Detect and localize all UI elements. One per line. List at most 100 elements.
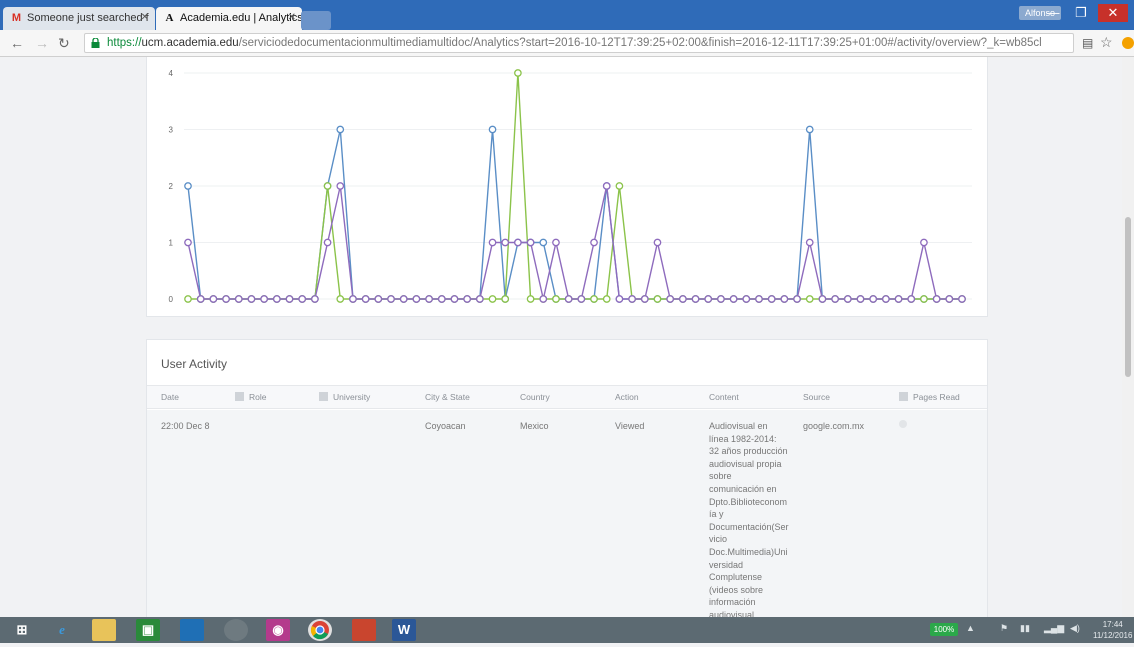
scrollbar-thumb[interactable] (1125, 217, 1131, 377)
data-point (488, 295, 497, 303)
app-icon[interactable] (224, 619, 248, 641)
column-header-content[interactable]: Content (709, 392, 739, 402)
cell-content[interactable]: Audiovisual en línea 1982-2014: 32 años … (709, 420, 789, 617)
battery-indicator[interactable]: 100% (930, 623, 958, 636)
table-row: 22:00 Dec 8 Coyoacan Mexico Viewed Audio… (147, 410, 987, 617)
column-header-country[interactable]: Country (520, 392, 550, 402)
translate-icon[interactable]: ▤ (1082, 36, 1093, 50)
data-point (602, 182, 611, 190)
data-point (475, 295, 484, 303)
url-path: /serviciodedocumentacionmultimediamultid… (238, 37, 1042, 49)
data-point (247, 295, 256, 303)
data-point (843, 295, 852, 303)
column-header-university[interactable]: University (319, 392, 370, 402)
cell-date: 22:00 Dec 8 (161, 421, 210, 431)
data-point (958, 295, 966, 303)
data-point (526, 295, 535, 303)
pages-read-icon (899, 420, 907, 428)
y-tick-label: 0 (169, 295, 174, 304)
column-header-source[interactable]: Source (803, 392, 830, 402)
data-point (514, 238, 522, 247)
tab-label: Someone just searched f (27, 12, 149, 24)
column-header-date[interactable]: Date (161, 392, 179, 402)
bookmark-star-icon[interactable]: ☆ (1100, 34, 1113, 51)
close-icon[interactable]: ✕ (288, 12, 296, 23)
close-icon[interactable]: ✕ (141, 12, 149, 23)
activity-line-chart: 0 1 2 3 4 (169, 69, 972, 304)
new-tab-button[interactable] (301, 11, 331, 30)
tab-gmail[interactable]: M Someone just searched f ✕ (3, 7, 155, 30)
data-point (945, 295, 954, 303)
data-point (691, 295, 700, 303)
data-point (856, 295, 865, 303)
table-header: Date Role University City & State Countr… (147, 385, 987, 409)
series-line (187, 129, 962, 300)
camera-app-icon[interactable]: ◉ (266, 619, 290, 641)
data-point (450, 295, 459, 303)
system-clock[interactable]: 17:44 11/12/2016 (1093, 619, 1132, 641)
data-point (666, 295, 675, 303)
data-point (729, 295, 738, 303)
column-header-action[interactable]: Action (615, 392, 639, 402)
cell-source: google.com.mx (803, 421, 865, 431)
data-point (869, 295, 878, 303)
data-point (184, 182, 192, 190)
y-tick-label: 4 (169, 69, 174, 78)
data-point (704, 295, 713, 303)
tab-label: Academia.edu | Analytics (180, 12, 302, 24)
taskbar: ⊞ e ▣ ◉ W 100% ▲ ⚑ ▮▮ ▂▄▆ ◀) 17:44 11/12… (0, 617, 1134, 643)
data-point (425, 295, 433, 303)
data-point (311, 295, 319, 303)
data-point (323, 238, 332, 247)
data-point (831, 295, 839, 303)
data-point (184, 295, 192, 303)
page-viewport: 0 1 2 3 4 User Activity Date Role University… (0, 57, 1134, 617)
volume-icon[interactable]: ◀) (1070, 623, 1080, 634)
data-point (564, 295, 573, 303)
data-point (209, 295, 218, 303)
flag-icon[interactable]: ⚑ (1000, 623, 1008, 634)
store-icon[interactable]: ▣ (136, 619, 160, 641)
data-point (222, 295, 230, 303)
minimize-button[interactable]: — (1040, 4, 1066, 22)
maximize-button[interactable]: ❐ (1068, 4, 1094, 22)
column-header-role[interactable]: Role (235, 392, 266, 402)
page-scrollbar[interactable] (1122, 57, 1134, 617)
file-explorer-icon[interactable] (92, 619, 116, 641)
data-point (412, 295, 421, 303)
url-host: ucm.academia.edu (141, 37, 239, 49)
data-point (336, 295, 345, 303)
data-point (488, 238, 497, 247)
tray-arrow-icon[interactable]: ▲ (966, 623, 975, 633)
url-field[interactable]: https://ucm.academia.edu/serviciodedocum… (84, 33, 1074, 53)
app-icon[interactable] (180, 619, 204, 641)
back-arrow-icon[interactable]: ← (10, 35, 24, 51)
data-point (742, 295, 751, 303)
data-point (780, 295, 789, 303)
signal-icon[interactable]: ▂▄▆ (1044, 623, 1064, 634)
start-windows-icon[interactable]: ⊞ (10, 619, 34, 641)
word-icon[interactable]: W (392, 619, 416, 641)
forward-arrow-icon[interactable]: → (35, 35, 49, 51)
internet-explorer-icon[interactable]: e (50, 619, 74, 641)
chrome-icon[interactable] (308, 619, 332, 641)
app-icon[interactable] (352, 619, 376, 641)
data-point (615, 182, 624, 190)
reload-icon[interactable]: ↻ (58, 35, 70, 52)
data-point (653, 295, 662, 303)
y-tick-label: 1 (169, 239, 174, 248)
data-point (920, 295, 928, 303)
browser-tab-bar: M Someone just searched f ✕ A Academia.e… (0, 0, 1134, 30)
extension-icon[interactable] (1122, 37, 1134, 49)
data-point (577, 295, 586, 303)
checkbox-icon (319, 392, 328, 401)
network-icon[interactable]: ▮▮ (1020, 623, 1030, 634)
window-close-button[interactable]: ✕ (1098, 4, 1128, 22)
data-point (539, 295, 548, 303)
data-point (602, 295, 611, 303)
column-header-pages-read[interactable]: Pages Read (899, 392, 960, 402)
column-header-city-state[interactable]: City & State (425, 392, 470, 402)
data-point (755, 295, 763, 303)
data-point (920, 238, 928, 247)
tab-academia-analytics[interactable]: A Academia.edu | Analytics ✕ (156, 7, 302, 30)
